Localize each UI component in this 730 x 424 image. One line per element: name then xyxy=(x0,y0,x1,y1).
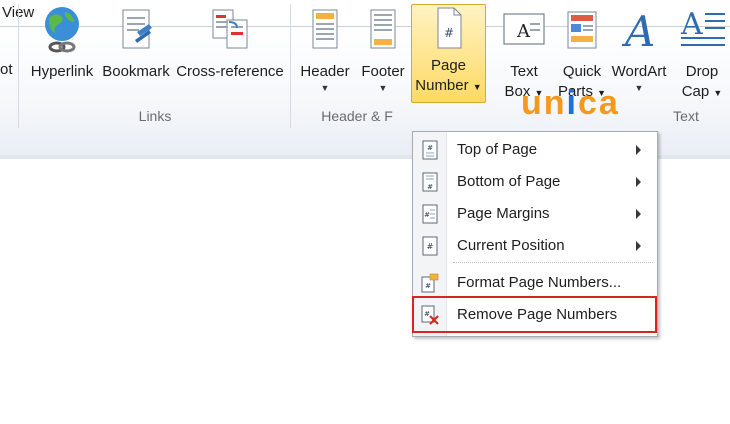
svg-text:#: # xyxy=(427,144,433,152)
menu-separator xyxy=(453,262,653,263)
menu-item-label: Format Page Numbers... xyxy=(457,274,622,291)
partial-button[interactable]: ot xyxy=(0,60,13,80)
menu-item-format-page-numbers[interactable]: # Format Page Numbers... xyxy=(413,268,657,298)
svg-text:#: # xyxy=(427,183,433,191)
footer-label: Footer xyxy=(361,63,405,80)
header-button[interactable]: Header ▼ xyxy=(297,4,353,94)
wordart-label: WordArt xyxy=(611,63,667,80)
svg-text:#: # xyxy=(427,242,434,251)
svg-text:A: A xyxy=(516,21,531,42)
menu-item-current-position[interactable]: # Current Position xyxy=(413,231,657,261)
bookmark-icon xyxy=(122,9,152,49)
menu-item-label: Current Position xyxy=(457,237,565,254)
cross-reference-button[interactable]: Cross-reference xyxy=(174,4,286,82)
wordart-button[interactable]: A WordArt ▼ xyxy=(608,4,670,94)
menu-item-bottom-of-page[interactable]: # Bottom of Page xyxy=(413,167,657,197)
wordart-icon: A xyxy=(621,7,655,56)
page-margin-number-icon: # xyxy=(422,204,438,224)
remove-page-numbers-highlight-box xyxy=(412,296,657,333)
header-icon xyxy=(312,9,338,49)
chevron-down-icon: ▼ xyxy=(378,83,388,93)
page-number-icon: # xyxy=(437,7,461,49)
globe-link-icon xyxy=(45,7,79,53)
drop-cap-label-line1: Drop xyxy=(685,63,719,80)
group-label-header-footer: Header & F xyxy=(321,108,393,124)
menu-item-page-margins[interactable]: # Page Margins xyxy=(413,199,657,229)
menu-item-label: Top of Page xyxy=(457,141,538,158)
group-label-text: Text xyxy=(673,108,699,124)
footer-button[interactable]: Footer ▼ xyxy=(356,4,410,94)
svg-text:A: A xyxy=(680,7,703,42)
svg-text:#: # xyxy=(443,26,453,40)
drop-cap-label-line2: Cap ▼ xyxy=(681,83,723,100)
chevron-right-icon xyxy=(636,209,641,219)
bookmark-button[interactable]: Bookmark xyxy=(100,4,172,82)
svg-text:#: # xyxy=(425,282,431,290)
menu-item-label: Page Margins xyxy=(457,205,550,222)
chevron-down-icon: ▼ xyxy=(472,82,482,92)
chevron-down-icon: ▼ xyxy=(713,88,723,98)
cross-reference-label: Cross-reference xyxy=(176,63,284,80)
svg-text:A: A xyxy=(621,7,655,56)
drop-cap-button[interactable]: A Drop Cap ▼ xyxy=(674,4,730,103)
group-label-links: Links xyxy=(138,108,172,124)
text-box-label-line1: Text xyxy=(510,63,538,80)
svg-text:#: # xyxy=(424,211,430,219)
menu-item-top-of-page[interactable]: # Top of Page xyxy=(413,135,657,165)
text-box-icon: A xyxy=(503,13,545,45)
hyperlink-button[interactable]: Hyperlink xyxy=(28,4,96,82)
chevron-down-icon: ▼ xyxy=(320,83,330,93)
quick-parts-icon xyxy=(567,11,597,49)
quick-parts-label-line1: Quick xyxy=(562,63,602,80)
footer-icon xyxy=(370,9,396,49)
format-page-numbers-icon: # xyxy=(421,273,439,293)
group-separator xyxy=(290,4,291,128)
page-current-number-icon: # xyxy=(422,236,438,256)
partial-button-label: ot xyxy=(0,61,13,78)
page-bottom-number-icon: # xyxy=(422,172,438,192)
drop-cap-icon: A xyxy=(680,7,725,46)
unica-watermark-logo: unica xyxy=(521,84,620,122)
page-number-button[interactable]: # Page Number ▼ xyxy=(411,4,486,97)
page-top-number-icon: # xyxy=(422,140,438,160)
menu-item-label: Bottom of Page xyxy=(457,173,561,190)
chevron-right-icon xyxy=(636,145,641,155)
header-label: Header xyxy=(300,63,350,80)
bookmark-label: Bookmark xyxy=(102,63,170,80)
page-number-label-line2: Number ▼ xyxy=(415,77,482,94)
hyperlink-label: Hyperlink xyxy=(30,63,94,80)
page-number-label-line1: Page xyxy=(430,57,467,74)
cross-reference-icon xyxy=(212,9,248,49)
chevron-right-icon xyxy=(636,177,641,187)
group-separator xyxy=(18,4,19,128)
chevron-right-icon xyxy=(636,241,641,251)
